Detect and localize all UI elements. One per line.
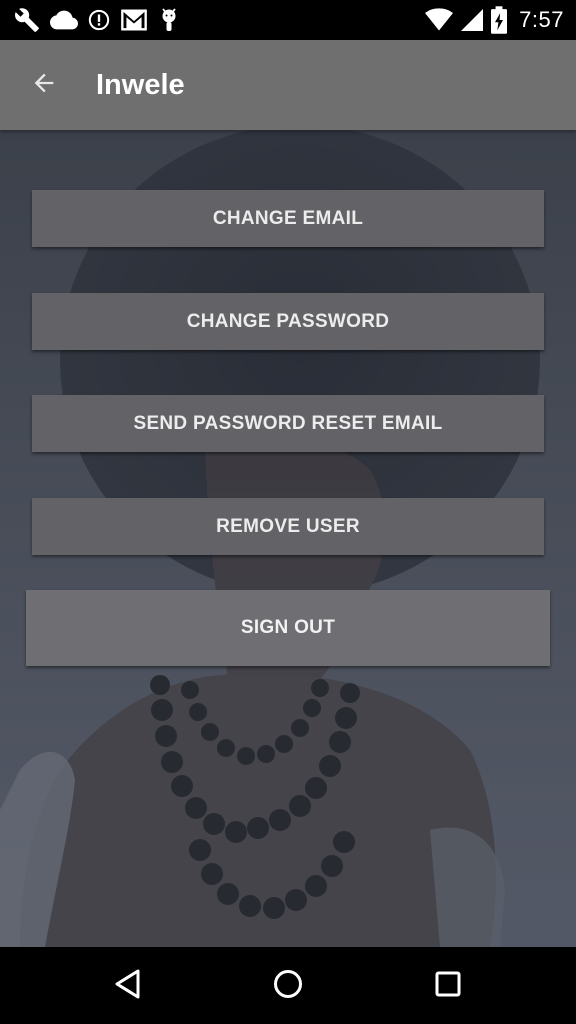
page-title: Inwele <box>96 69 185 101</box>
remove-user-button[interactable]: REMOVE USER <box>32 498 544 555</box>
system-status-icons: 7:57 <box>425 6 564 34</box>
battery-charging-icon <box>491 6 508 34</box>
notification-icons <box>14 6 180 34</box>
nav-back-button[interactable] <box>98 961 158 1011</box>
wrench-icon <box>14 7 40 33</box>
system-nav-bar <box>0 947 576 1024</box>
status-time: 7:57 <box>519 7 564 32</box>
wifi-icon <box>425 8 454 32</box>
nav-recents-button[interactable] <box>418 961 478 1011</box>
nav-back-icon <box>113 968 143 1005</box>
nav-home-button[interactable] <box>258 961 318 1011</box>
nav-recents-icon <box>434 970 462 1003</box>
gmail-icon <box>120 8 148 32</box>
change-email-button[interactable]: CHANGE EMAIL <box>32 190 544 247</box>
sign-out-button[interactable]: SIGN OUT <box>26 590 550 666</box>
app-toolbar: Inwele <box>0 40 576 130</box>
arrow-back-icon <box>30 69 58 102</box>
info-circle-icon <box>88 9 110 31</box>
send-password-reset-email-button[interactable]: SEND PASSWORD RESET EMAIL <box>32 395 544 452</box>
android-debug-icon <box>158 7 180 33</box>
cloud-icon <box>50 8 78 32</box>
cellular-signal-icon <box>461 8 484 32</box>
nav-home-icon <box>272 968 304 1005</box>
status-bar: 7:57 <box>0 0 576 40</box>
change-password-button[interactable]: CHANGE PASSWORD <box>32 293 544 350</box>
account-settings-content: CHANGE EMAIL CHANGE PASSWORD SEND PASSWO… <box>0 130 576 947</box>
back-button[interactable] <box>20 61 68 109</box>
